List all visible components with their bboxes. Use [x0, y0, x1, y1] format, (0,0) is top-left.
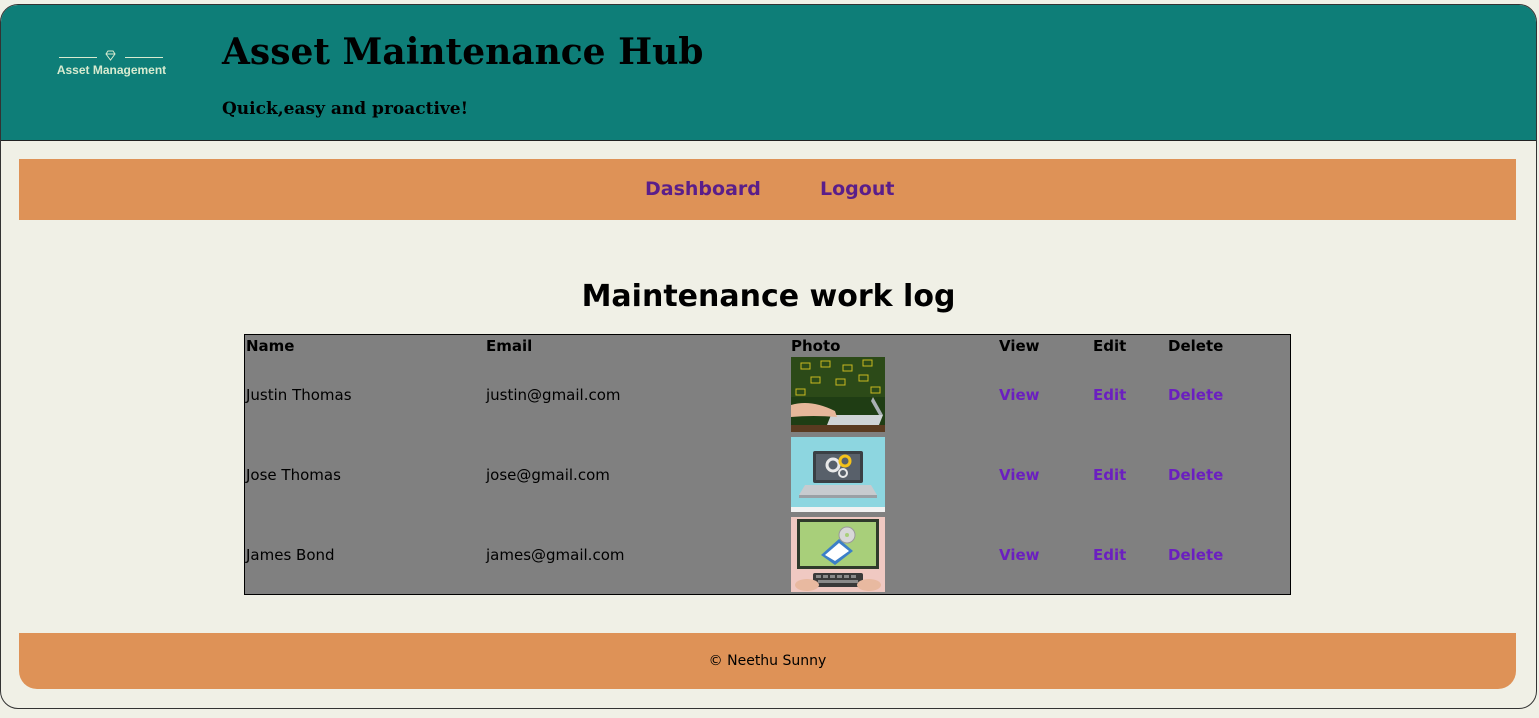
delete-link[interactable]: Delete	[1168, 546, 1223, 564]
delete-link[interactable]: Delete	[1168, 466, 1223, 484]
table-row: Jose Thomas jose@gmail.com View Edit Del…	[245, 436, 1290, 514]
table-row: James Bond james@gmail.com View Edit Del…	[245, 516, 1290, 594]
site-tagline: Quick,easy and proactive!	[222, 99, 469, 119]
row-delete-cell: Delete	[1168, 386, 1223, 404]
work-log-table: Name Email Photo View Edit Delete Justin…	[244, 334, 1291, 595]
page-title: Maintenance work log	[581, 279, 956, 314]
laptop-gears-photo	[791, 437, 885, 512]
logo-line-left	[59, 57, 97, 58]
edit-link[interactable]: Edit	[1093, 466, 1126, 484]
site-title: Asset Maintenance Hub	[222, 31, 704, 73]
column-header-email: Email	[486, 337, 533, 355]
nav-dashboard-link[interactable]: Dashboard	[645, 178, 761, 200]
edit-link[interactable]: Edit	[1093, 386, 1126, 404]
copyright-text: © Neethu Sunny	[708, 653, 827, 669]
main-nav: Dashboard Logout	[19, 159, 1516, 220]
row-view-cell: View	[999, 466, 1040, 484]
row-edit-cell: Edit	[1093, 546, 1126, 564]
nav-logout-link[interactable]: Logout	[820, 178, 894, 200]
row-name: James Bond	[246, 546, 335, 564]
row-photo	[791, 517, 885, 592]
column-header-edit: Edit	[1093, 337, 1127, 355]
row-edit-cell: Edit	[1093, 386, 1126, 404]
row-name: Jose Thomas	[246, 466, 341, 484]
view-link[interactable]: View	[999, 466, 1040, 484]
row-view-cell: View	[999, 386, 1040, 404]
row-delete-cell: Delete	[1168, 466, 1223, 484]
column-header-view: View	[999, 337, 1040, 355]
row-view-cell: View	[999, 546, 1040, 564]
column-header-delete: Delete	[1168, 337, 1224, 355]
diamond-icon	[105, 50, 116, 61]
laptop-mail-photo	[791, 357, 885, 432]
delete-link[interactable]: Delete	[1168, 386, 1223, 404]
row-edit-cell: Edit	[1093, 466, 1126, 484]
monitor-disc-photo	[791, 517, 885, 592]
row-delete-cell: Delete	[1168, 546, 1223, 564]
site-header: Asset Management Asset Maintenance Hub Q…	[1, 5, 1536, 141]
row-email: justin@gmail.com	[486, 386, 621, 404]
row-email: james@gmail.com	[486, 546, 625, 564]
column-header-photo: Photo	[791, 337, 841, 355]
asset-management-logo[interactable]: Asset Management	[39, 47, 184, 87]
logo-text: Asset Management	[56, 63, 167, 77]
table-row: Justin Thomas justin@gmail.com View Edit…	[245, 356, 1290, 434]
edit-link[interactable]: Edit	[1093, 546, 1126, 564]
view-link[interactable]: View	[999, 386, 1040, 404]
page-frame: Asset Management Asset Maintenance Hub Q…	[0, 4, 1537, 709]
logo-line-right	[125, 57, 163, 58]
row-photo	[791, 437, 885, 512]
column-header-name: Name	[246, 337, 295, 355]
row-photo	[791, 357, 885, 432]
row-name: Justin Thomas	[246, 386, 352, 404]
site-footer: © Neethu Sunny	[19, 633, 1516, 689]
view-link[interactable]: View	[999, 546, 1040, 564]
row-email: jose@gmail.com	[486, 466, 610, 484]
